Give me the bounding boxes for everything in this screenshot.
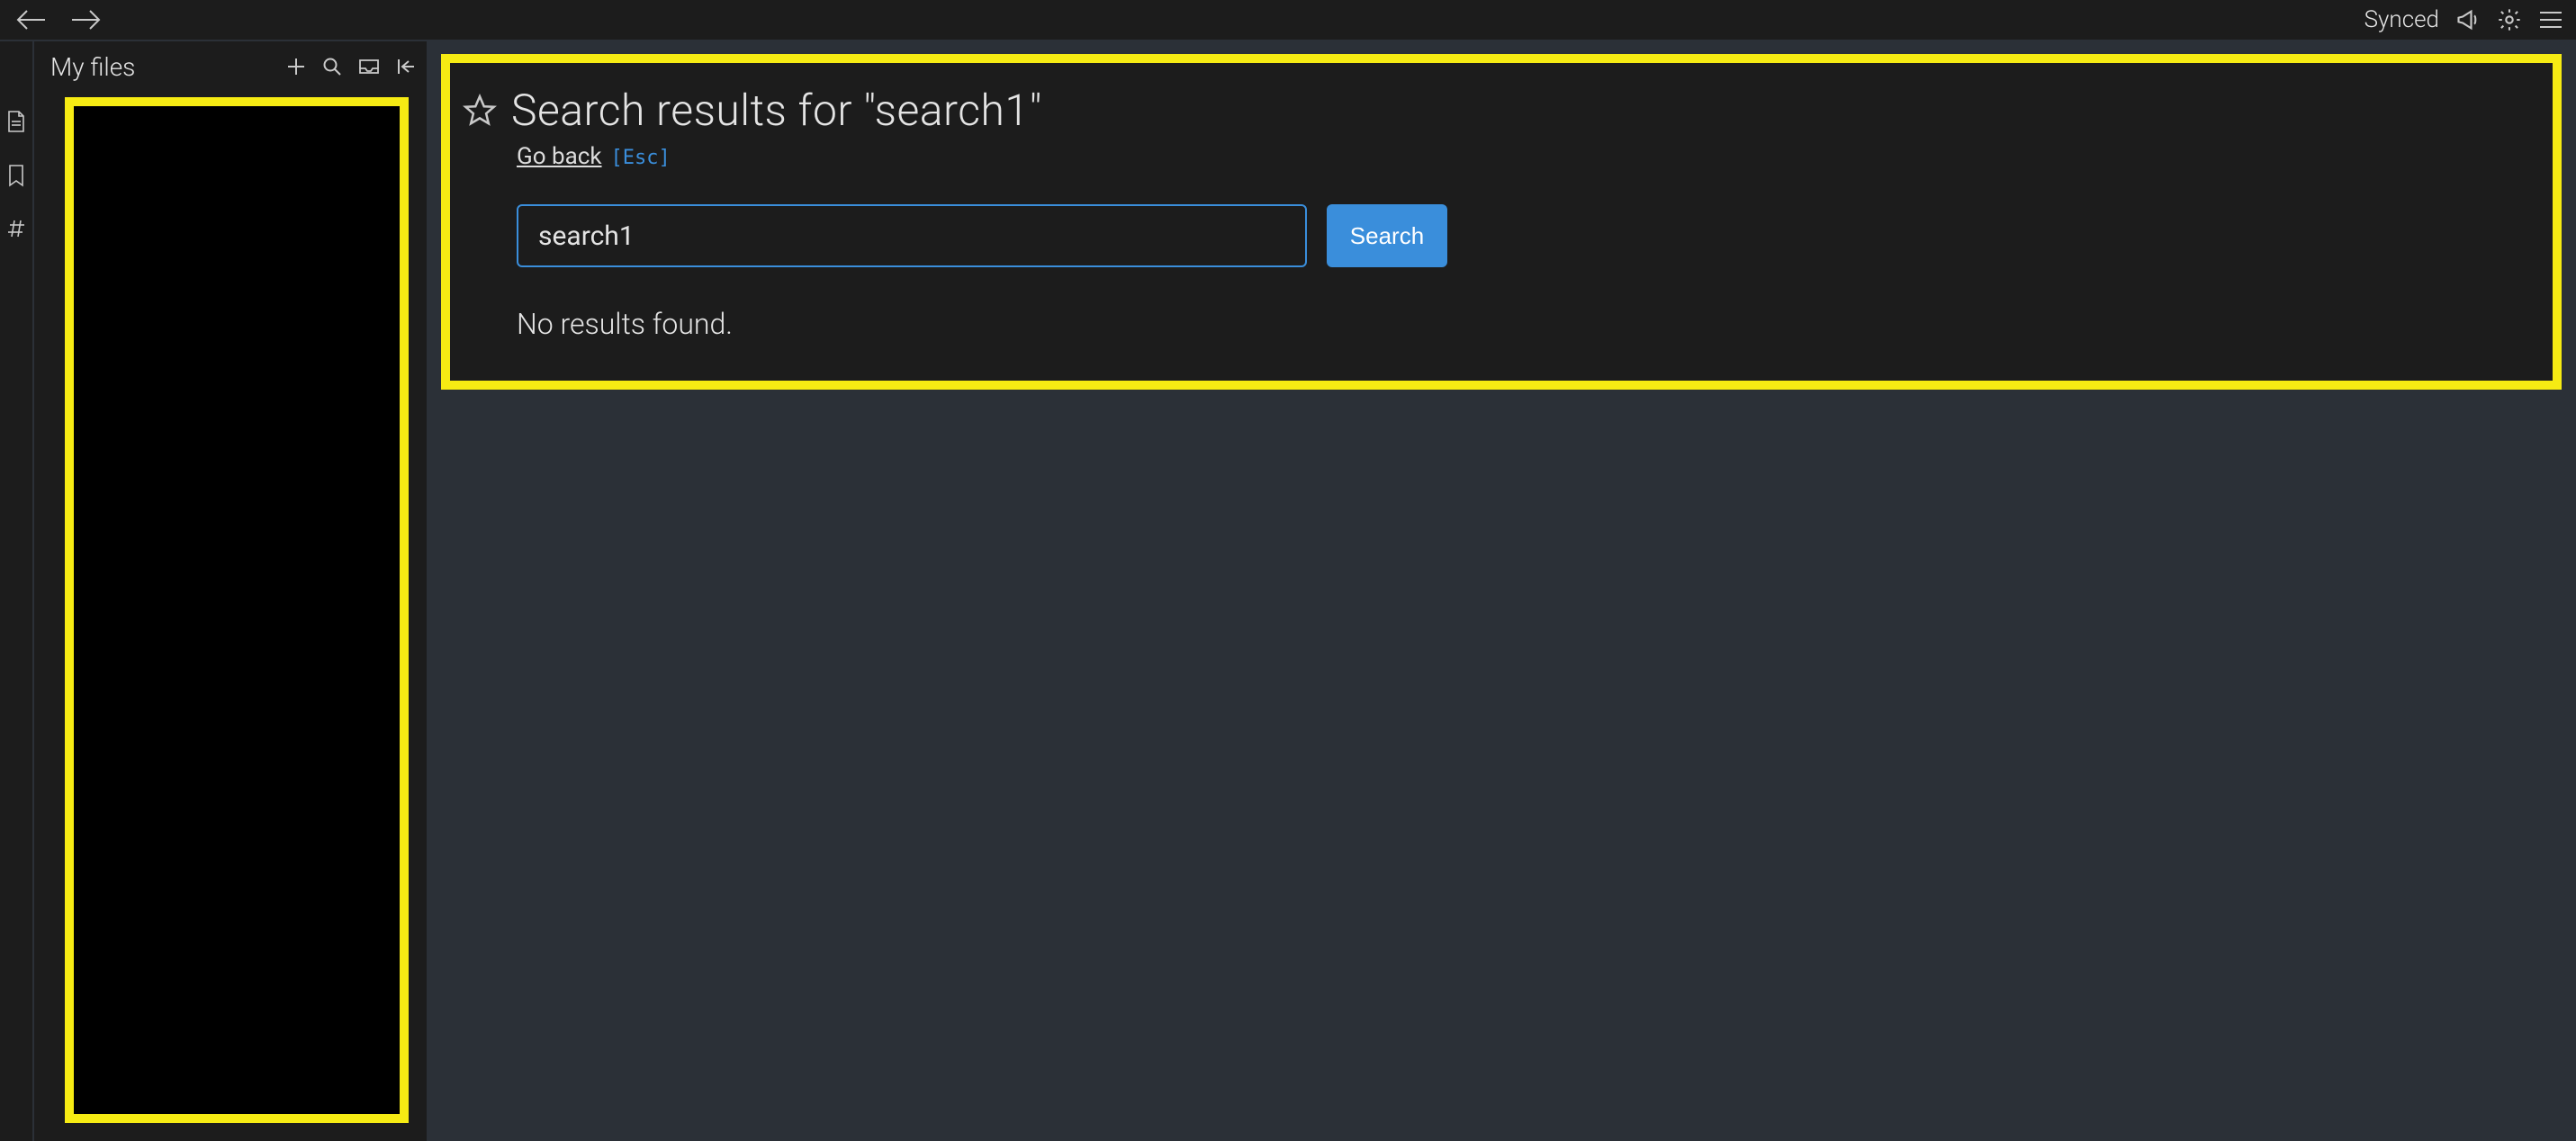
sidebar: My files [32, 40, 427, 1141]
sync-status: Synced [2364, 6, 2439, 33]
announce-icon[interactable] [2455, 7, 2481, 32]
search-button[interactable]: Search [1327, 204, 1447, 267]
gear-icon[interactable] [2497, 7, 2522, 32]
hash-icon[interactable] [5, 218, 27, 239]
esc-hint: [Esc] [611, 147, 671, 169]
inbox-icon[interactable] [358, 58, 380, 76]
body: My files [0, 40, 2576, 1141]
file-tree-highlight[interactable] [65, 97, 409, 1123]
app-root: Synced [0, 0, 2576, 1141]
search-input[interactable] [517, 204, 1307, 267]
search-icon[interactable] [322, 57, 342, 76]
back-arrow-icon[interactable] [16, 9, 47, 31]
sidebar-header: My files [34, 41, 427, 92]
search-row: Search [463, 204, 2520, 267]
collapse-icon[interactable] [396, 57, 416, 76]
title-row: Search results for "search1" [463, 85, 2520, 136]
topbar-right: Synced [2364, 6, 2563, 33]
page-title: Search results for "search1" [511, 85, 1042, 136]
sidebar-toolbar [286, 57, 416, 76]
nav-arrows [16, 9, 101, 31]
go-back-link[interactable]: Go back [517, 143, 602, 170]
sidebar-title: My files [50, 52, 135, 82]
no-results-message: No results found. [463, 307, 2520, 341]
menu-icon[interactable] [2538, 10, 2563, 30]
star-icon[interactable] [463, 94, 497, 128]
mini-rail [0, 40, 32, 1141]
back-row: Go back [Esc] [463, 143, 2520, 170]
file-tree-area [34, 92, 427, 1141]
plus-icon[interactable] [286, 57, 306, 76]
main-content: Search results for "search1" Go back [Es… [427, 40, 2576, 1141]
topbar: Synced [0, 0, 2576, 40]
forward-arrow-icon[interactable] [70, 9, 101, 31]
bookmark-icon[interactable] [7, 164, 25, 187]
search-results-panel: Search results for "search1" Go back [Es… [441, 54, 2562, 390]
file-icon[interactable] [6, 110, 26, 133]
